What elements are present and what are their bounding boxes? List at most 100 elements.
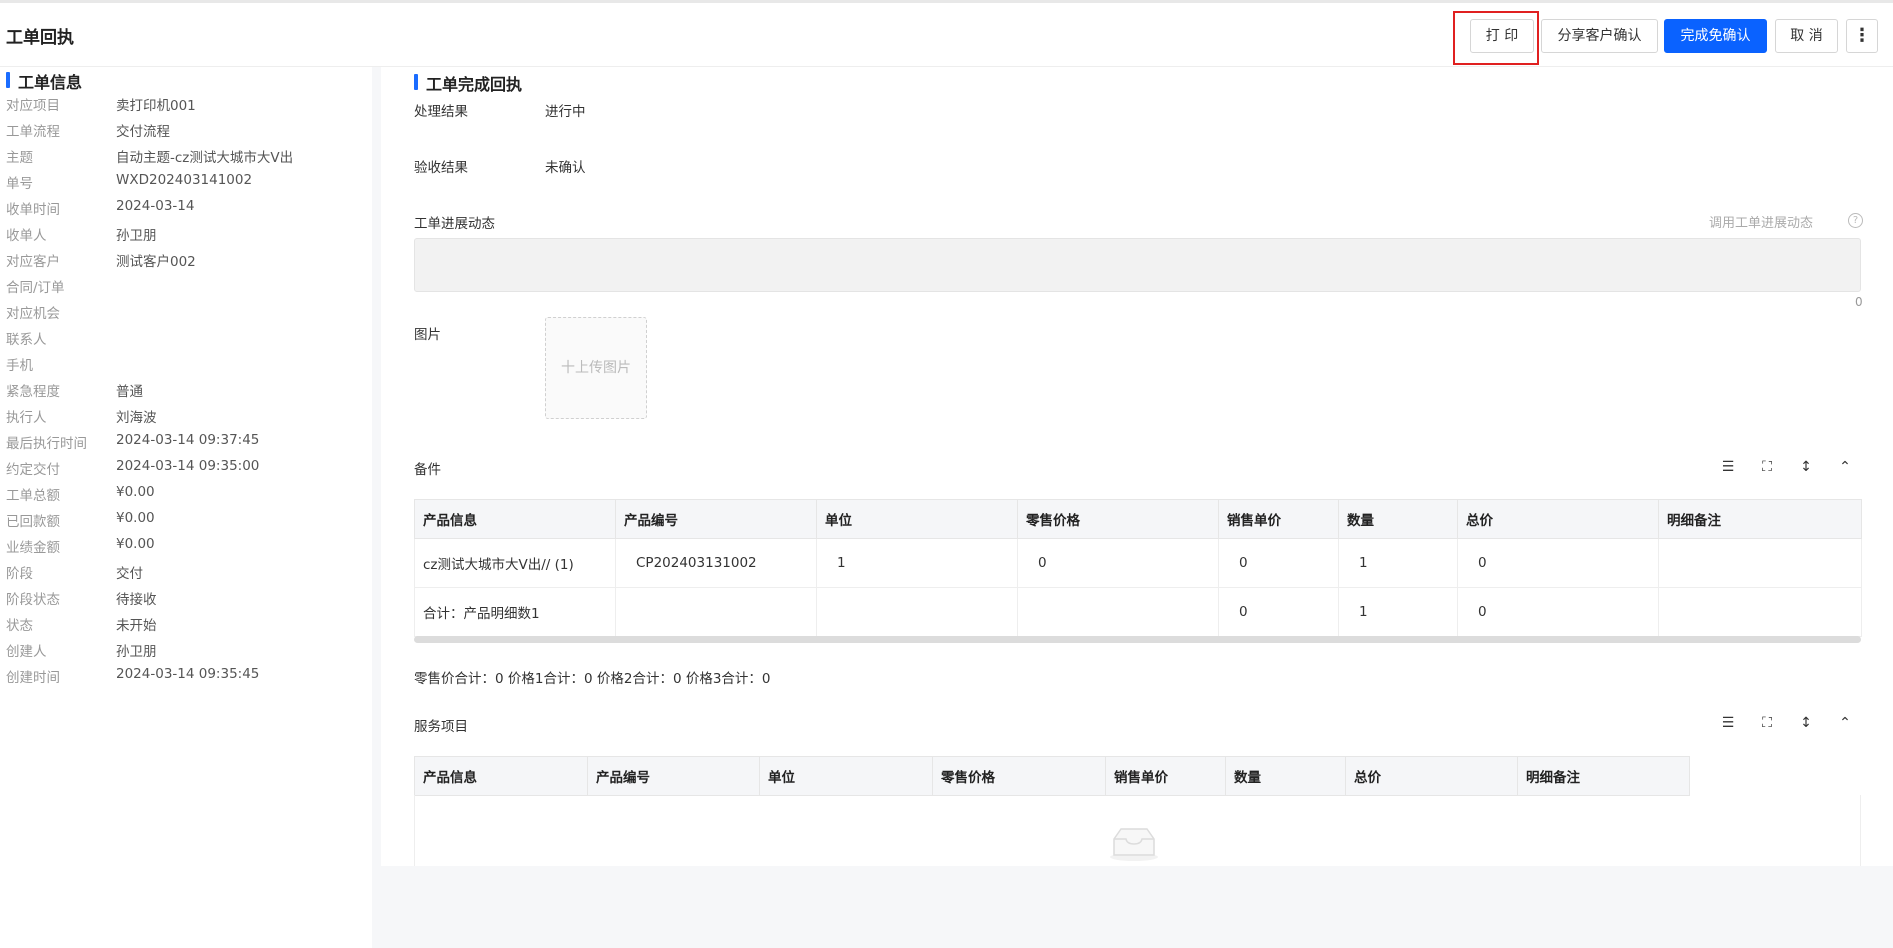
info-label: 已回款额 [6,514,60,530]
info-value: ¥0.00 [116,510,155,526]
parts-total-cell: 0 [1457,587,1659,637]
info-value: 普通 [116,384,143,400]
info-value: ¥0.00 [116,484,155,500]
services-header-cell: 总价 [1345,756,1518,796]
info-label: 手机 [6,358,33,374]
share-customer-confirm-button[interactable]: 分享客户确认 [1541,19,1658,53]
services-header-cell: 产品编号 [587,756,760,796]
parts-header-cell: 总价 [1457,499,1659,539]
collapse-icon[interactable]: ⌃ [1835,713,1855,733]
parts-data-cell: CP202403131002 [615,538,817,588]
page-header: 工单回执 打 印 分享客户确认 完成免确认 取 消 ⋮ [0,3,1893,67]
parts-total-cell [1658,587,1862,637]
parts-toolbar: ☰ ⛶ ↕ ⌃ [1718,457,1868,479]
upload-image-button[interactable]: 十上传图片 [545,317,647,419]
ticket-info-panel: 工单信息 对应项目 卖打印机001 工单流程 交付流程 主题 自动主题-cz测试大城市大V… [0,67,372,948]
parts-header-cell: 单位 [816,499,1018,539]
cancel-button[interactable]: 取 消 [1775,19,1838,53]
info-label: 创建时间 [6,670,60,686]
parts-header-cell: 销售单价 [1218,499,1339,539]
fullscreen-icon[interactable]: ⛶ [1757,713,1777,733]
parts-header-cell: 产品信息 [414,499,616,539]
acceptance-value[interactable]: 未确认 [545,156,586,176]
parts-data-cell: 1 [1338,538,1458,588]
info-value: 2024-03-14 09:35:45 [116,666,260,682]
expand-vertical-icon[interactable]: ↕ [1796,457,1816,477]
info-label: 执行人 [6,410,47,426]
parts-total-cell: 1 [1338,587,1458,637]
print-button[interactable]: 打 印 [1470,19,1534,53]
info-label: 约定交付 [6,462,60,478]
info-value: 未开始 [116,618,157,634]
completion-receipt-panel: 工单完成回执 处理结果 进行中 验收结果 未确认 工单进展动态 调用工单进展动态… [381,67,1893,866]
info-label: 紧急程度 [6,384,60,400]
progress-textarea[interactable] [414,238,1861,292]
info-label: 业绩金额 [6,540,60,556]
fullscreen-icon[interactable]: ⛶ [1757,457,1777,477]
info-value: ¥0.00 [116,536,155,552]
info-value: 2024-03-14 09:35:00 [116,458,260,474]
collapse-icon[interactable]: ⌃ [1835,457,1855,477]
complete-no-confirm-button[interactable]: 完成免确认 [1664,19,1767,53]
call-progress-link[interactable]: 调用工单进展动态 [1709,212,1813,231]
info-label: 阶段状态 [6,592,60,608]
parts-header-cell: 产品编号 [615,499,817,539]
result-value[interactable]: 进行中 [545,100,586,120]
info-value: 孙卫朋 [116,228,157,244]
services-header-cell: 数量 [1225,756,1346,796]
info-value: 自动主题-cz测试大城市大V出 [116,150,294,166]
horizontal-scrollbar[interactable] [414,636,1861,643]
services-header-cell: 销售单价 [1105,756,1226,796]
info-label: 对应客户 [6,254,60,270]
info-value: 测试客户002 [116,254,196,270]
info-label: 收单人 [6,228,47,244]
price-summary: 零售价合计：0 价格1合计：0 价格2合计：0 价格3合计：0 [414,671,771,687]
info-value: 刘海波 [116,410,157,426]
info-label: 创建人 [6,644,47,660]
services-header-cell: 零售价格 [932,756,1106,796]
parts-data-cell: 0 [1457,538,1659,588]
info-label: 收单时间 [6,202,60,218]
more-menu-button[interactable]: ⋮ [1846,19,1878,53]
services-header-cell: 产品信息 [414,756,588,796]
char-count: 0 [1855,295,1863,309]
product-link[interactable]: cz测试大城市大V出// (1) [414,538,616,588]
services-title: 服务项目 [414,719,468,735]
parts-data-cell: 1 [816,538,1018,588]
parts-data-cell: 0 [1218,538,1339,588]
info-label: 状态 [6,618,33,634]
ticket-info-title: 工单信息 [6,69,82,93]
parts-total-cell [1017,587,1219,637]
empty-box-icon [1110,828,1158,861]
parts-data-cell [1658,538,1862,588]
result-label: 处理结果 [414,104,468,120]
parts-header-cell: 明细备注 [1658,499,1862,539]
page-title: 工单回执 [6,28,74,48]
services-toolbar: ☰ ⛶ ↕ ⌃ [1718,713,1868,735]
parts-title: 备件 [414,462,441,478]
info-value: 2024-03-14 09:37:45 [116,432,260,448]
acceptance-label: 验收结果 [414,160,468,176]
completion-receipt-title: 工单完成回执 [414,71,522,95]
row-height-icon[interactable]: ☰ [1718,457,1738,477]
info-label: 工单总额 [6,488,60,504]
info-label: 主题 [6,150,33,166]
parts-total-cell [816,587,1018,637]
info-value: WXD202403141002 [116,172,253,188]
services-header-cell: 明细备注 [1517,756,1690,796]
info-label: 对应机会 [6,306,60,322]
parts-header-cell: 零售价格 [1017,499,1219,539]
info-label: 单号 [6,176,33,192]
help-icon[interactable]: ? [1848,213,1863,228]
info-label: 最后执行时间 [6,436,87,452]
info-value: 2024-03-14 [116,198,195,214]
row-height-icon[interactable]: ☰ [1718,713,1738,733]
expand-vertical-icon[interactable]: ↕ [1796,713,1816,733]
services-header-cell: 单位 [759,756,933,796]
info-label: 对应项目 [6,98,60,114]
parts-total-cell [615,587,817,637]
info-value: 待接收 [116,592,157,608]
info-value: 孙卫朋 [116,644,157,660]
image-label: 图片 [414,327,441,343]
parts-total-cell: 合计：产品明细数1 [414,587,616,637]
